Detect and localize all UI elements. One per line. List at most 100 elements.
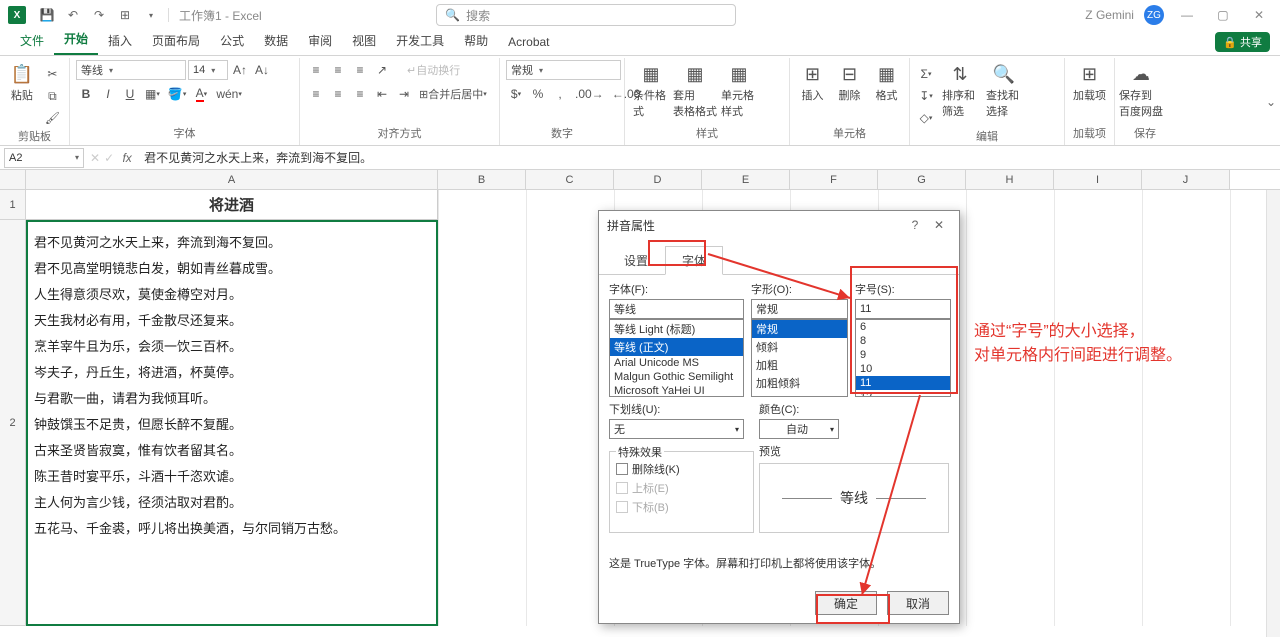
col-header-j[interactable]: J [1142, 170, 1230, 189]
font-style-list[interactable]: 常规倾斜加粗加粗倾斜 [751, 319, 848, 397]
comma-button[interactable]: , [550, 84, 570, 104]
list-item[interactable]: 倾斜 [752, 338, 847, 356]
tab-file[interactable]: 文件 [10, 28, 54, 55]
tab-help[interactable]: 帮助 [454, 28, 498, 55]
fill-color-button[interactable]: 🪣▾ [165, 84, 189, 104]
table-format-button[interactable]: ▦套用 表格格式 [675, 60, 715, 123]
tab-insert[interactable]: 插入 [98, 28, 142, 55]
insert-button[interactable]: ⊞插入 [796, 60, 829, 107]
copy-button[interactable]: ⧉ [42, 86, 63, 106]
cancel-formula-icon[interactable]: ✕ [88, 151, 102, 165]
list-item[interactable]: 10 [856, 362, 950, 376]
indent-right-button[interactable]: ⇥ [394, 84, 414, 104]
list-item[interactable]: 等线 (正文) [610, 338, 743, 356]
cut-button[interactable]: ✂ [42, 64, 63, 84]
redo-icon[interactable]: ↷ [87, 3, 111, 27]
col-header-f[interactable]: F [790, 170, 878, 189]
font-name-input[interactable]: 等线 [609, 299, 744, 319]
underline-select[interactable]: 无▾ [609, 419, 744, 439]
formula-input[interactable]: 君不见黄河之水天上来，奔流到海不复回。 [138, 149, 1280, 166]
font-name-list[interactable]: 等线 Light (标题)等线 (正文)Arial Unicode MSMalg… [609, 319, 744, 397]
align-center-button[interactable]: ≡ [328, 84, 348, 104]
list-item[interactable]: Malgun Gothic Semilight [610, 370, 743, 384]
increase-font-button[interactable]: A↑ [230, 60, 250, 80]
delete-button[interactable]: ⊟删除 [833, 60, 866, 107]
wrap-text-button[interactable]: ↵ 自动换行 [404, 60, 463, 80]
align-left-button[interactable]: ≡ [306, 84, 326, 104]
col-header-i[interactable]: I [1054, 170, 1142, 189]
save-baidu-button[interactable]: ☁保存到 百度网盘 [1121, 60, 1161, 123]
border-button[interactable]: ▦▾ [142, 84, 163, 104]
tab-formulas[interactable]: 公式 [210, 28, 254, 55]
share-button[interactable]: 🔒 共享 [1215, 32, 1270, 52]
increase-decimal-button[interactable]: .00→ [572, 84, 607, 104]
select-all-corner[interactable] [0, 170, 26, 189]
fill-button[interactable]: ↧▾ [916, 86, 936, 106]
chevron-down-icon[interactable]: ▾ [139, 3, 163, 27]
orientation-button[interactable]: ↗ [372, 60, 392, 80]
font-style-input[interactable]: 常规 [751, 299, 848, 319]
cell-a1[interactable]: 将进酒 [26, 190, 438, 220]
undo-icon[interactable]: ↶ [61, 3, 85, 27]
align-right-button[interactable]: ≡ [350, 84, 370, 104]
merge-center-button[interactable]: ⊞ 合并后居中 ▾ [416, 84, 490, 104]
name-box[interactable]: A2▾ [4, 148, 84, 168]
tab-layout[interactable]: 页面布局 [142, 28, 210, 55]
ok-button[interactable]: 确定 [815, 591, 877, 615]
enter-formula-icon[interactable]: ✓ [102, 151, 116, 165]
conditional-format-button[interactable]: ▦条件格式 [631, 60, 671, 123]
addins-button[interactable]: ⊞加载项 [1071, 60, 1108, 107]
tab-view[interactable]: 视图 [342, 28, 386, 55]
clear-button[interactable]: ◇▾ [916, 108, 936, 128]
strikethrough-checkbox[interactable]: 删除线(K) [616, 461, 747, 477]
col-header-a[interactable]: A [26, 170, 438, 189]
sort-filter-button[interactable]: ⇅排序和筛选 [940, 60, 980, 123]
fx-button[interactable]: fx [116, 151, 138, 165]
tab-developer[interactable]: 开发工具 [386, 28, 454, 55]
search-box[interactable]: 🔍 搜索 [436, 4, 736, 26]
find-select-button[interactable]: 🔍查找和选择 [984, 60, 1024, 123]
font-size-list[interactable]: 689101112 [855, 319, 951, 397]
align-middle-button[interactable]: ≡ [328, 60, 348, 80]
dialog-help-button[interactable]: ? [903, 218, 927, 232]
list-item[interactable]: 常规 [752, 320, 847, 338]
close-button[interactable]: ✕ [1246, 2, 1272, 28]
color-select[interactable]: 自动▾ [759, 419, 839, 439]
phonetic-button[interactable]: wén▾ [213, 84, 245, 104]
save-icon[interactable]: 💾 [35, 3, 59, 27]
dialog-tab-settings[interactable]: 设置 [607, 246, 665, 275]
font-size-input[interactable]: 11 [855, 299, 951, 319]
tab-review[interactable]: 审阅 [298, 28, 342, 55]
row-header-1[interactable]: 1 [0, 190, 26, 220]
font-color-button[interactable]: A▾ [191, 84, 211, 104]
list-item[interactable]: 8 [856, 334, 950, 348]
format-button[interactable]: ▦格式 [870, 60, 903, 107]
tab-home[interactable]: 开始 [54, 26, 98, 55]
dialog-titlebar[interactable]: 拼音属性 ? ✕ [599, 211, 959, 239]
align-top-button[interactable]: ≡ [306, 60, 326, 80]
tab-data[interactable]: 数据 [254, 28, 298, 55]
underline-button[interactable]: U [120, 84, 140, 104]
cell-styles-button[interactable]: ▦单元格样式 [719, 60, 759, 123]
cancel-button[interactable]: 取消 [887, 591, 949, 615]
col-header-h[interactable]: H [966, 170, 1054, 189]
list-item[interactable]: 加粗倾斜 [752, 374, 847, 392]
italic-button[interactable]: I [98, 84, 118, 104]
format-painter-button[interactable]: 🖌 [42, 108, 63, 128]
maximize-button[interactable]: ▢ [1210, 2, 1236, 28]
autosum-button[interactable]: Σ▾ [916, 64, 936, 84]
accounting-button[interactable]: $▾ [506, 84, 526, 104]
list-item[interactable]: 加粗 [752, 356, 847, 374]
row-header-2[interactable]: 2 [0, 220, 26, 626]
font-name-select[interactable]: 等线▾ [76, 60, 186, 80]
col-header-c[interactable]: C [526, 170, 614, 189]
col-header-e[interactable]: E [702, 170, 790, 189]
qat-more-icon[interactable]: ⊞ [113, 3, 137, 27]
indent-left-button[interactable]: ⇤ [372, 84, 392, 104]
avatar[interactable]: ZG [1144, 5, 1164, 25]
list-item[interactable]: 11 [856, 376, 950, 390]
col-header-g[interactable]: G [878, 170, 966, 189]
list-item[interactable]: 等线 Light (标题) [610, 320, 743, 338]
decrease-font-button[interactable]: A↓ [252, 60, 272, 80]
list-item[interactable]: 12 [856, 390, 950, 397]
